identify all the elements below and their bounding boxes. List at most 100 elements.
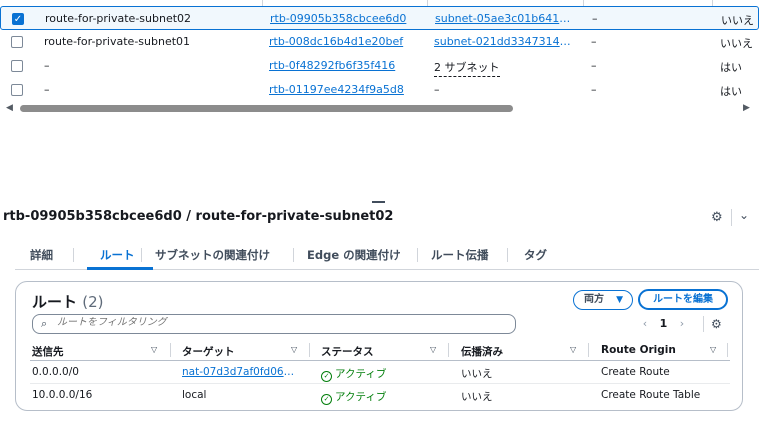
dropdown-label: 両方 [584,294,604,305]
caret-down-icon[interactable]: ▽ [710,345,716,354]
chevron-left-icon[interactable]: ‹ [638,317,652,330]
caret-down-icon[interactable]: ▽ [291,345,297,354]
tab-routes[interactable]: ルート [100,247,135,263]
caret-down-icon[interactable]: ▽ [570,345,576,354]
main-flag: いいえ [721,14,754,27]
routes-count: (2) [82,293,104,311]
pagination: ‹ 1 › [638,317,689,330]
routes-heading: ルート [32,293,78,311]
tab-separator [507,248,508,262]
status: ✓ アクティブ [321,389,386,405]
tab-separator [417,248,418,262]
column-separator[interactable] [448,343,449,357]
chevron-down-icon[interactable]: ⌄ [739,208,749,222]
edge-association: – [591,35,597,48]
propagated: いいえ [461,368,493,380]
main-flag: はい [720,61,742,74]
route-table-row[interactable]: ✓ route-for-private-subnet02 rtb-09905b3… [0,6,759,30]
route-table-id-link[interactable]: rtb-01197ee4234f9a5d8 [269,83,419,96]
main-flag: はい [720,85,742,98]
tab-separator [141,248,142,262]
divider [731,209,732,226]
gear-icon[interactable]: ⚙ [711,317,722,331]
tab-separator [293,248,294,262]
tab-tags[interactable]: タグ [524,247,547,263]
table-row: 0.0.0.0/0 nat-07d3d7af0fd069… ✓ アクティブ いいえ… [30,361,730,384]
row-checkbox[interactable] [11,84,23,96]
subnet-association: – [434,83,440,96]
target-link[interactable]: nat-07d3d7af0fd069… [182,366,298,378]
edge-association: – [592,12,598,25]
destination: 0.0.0.0/0 [32,366,79,378]
subnet-association-link[interactable]: subnet-021dd334731431… [434,35,574,48]
row-checkbox[interactable] [11,60,23,72]
panel-title: ルート (2) [32,291,104,312]
triangle-left-icon[interactable]: ◀ [6,103,13,113]
chevron-right-icon[interactable]: › [675,317,689,330]
detail-tabs: 詳細 ルート サブネットの関連付け Edge の関連付け ルート伝播 タグ [15,240,759,270]
tab-edge-associations[interactable]: Edge の関連付け [307,247,401,263]
split-panel-resize-handle[interactable] [372,201,385,203]
column-status[interactable]: ステータス [321,344,374,359]
routes-table-header: 送信先 ▽ ターゲット ▽ ステータス ▽ 伝播済み ▽ Route Origi… [30,339,730,361]
status: ✓ アクティブ [321,366,386,382]
route-table-row[interactable]: route-for-private-subnet01 rtb-008dc16b4… [0,30,759,54]
route-table-id-link[interactable]: rtb-09905b358cbcee6d0 [270,12,420,25]
edge-association: – [591,59,597,72]
column-separator[interactable] [727,343,728,357]
main-flag: いいえ [720,37,753,50]
caret-down-icon[interactable]: ▽ [430,345,436,354]
route-table-id-link[interactable]: rtb-0f48292fb6f35f416 [269,59,419,72]
page-number[interactable]: 1 [656,317,672,330]
horizontal-scrollbar[interactable]: ◀ ▶ [0,101,759,115]
row-checkbox[interactable] [11,36,23,48]
propagated: いいえ [461,391,493,403]
propagation-filter-dropdown[interactable]: 両方 ▼ [573,290,633,310]
edge-association: – [591,83,597,96]
caret-down-icon: ▼ [616,295,623,305]
scrollbar-thumb[interactable] [20,105,513,112]
triangle-right-icon[interactable]: ▶ [743,103,750,113]
subnet-count-popover[interactable]: 2 サブネット [434,59,500,77]
divider [703,316,704,332]
route-table-name: – [44,83,50,96]
edit-routes-button[interactable]: ルートを編集 [638,289,728,310]
tab-route-propagation[interactable]: ルート伝播 [431,247,489,263]
active-tab-indicator [87,267,153,270]
column-separator[interactable] [588,343,589,357]
column-separator[interactable] [170,343,171,357]
search-input[interactable] [57,317,497,328]
route-table-id-link[interactable]: rtb-008dc16b4d1e20bef [269,35,419,48]
check-circle-icon: ✓ [321,394,332,405]
target: local [182,389,207,401]
route-origin: Create Route Table [601,389,701,401]
check-icon: ✓ [13,14,23,25]
column-separator[interactable] [309,343,310,357]
route-table-name: – [44,59,50,72]
column-route-origin[interactable]: Route Origin [601,344,676,356]
route-filter[interactable]: ⌕ [32,314,516,334]
route-table-name: route-for-private-subnet02 [45,12,192,25]
gear-icon[interactable]: ⚙ [711,210,723,225]
destination: 10.0.0.0/16 [32,389,93,401]
status-text: アクティブ [335,368,387,380]
detail-title: rtb-09905b358cbcee6d0 / route-for-privat… [3,209,394,224]
route-table-row[interactable]: – rtb-0f48292fb6f35f416 2 サブネット – はい [0,54,759,78]
table-row: 10.0.0.0/16 local ✓ アクティブ いいえ Create Rout… [30,384,730,407]
column-propagated[interactable]: 伝播済み [461,344,503,359]
status-text: アクティブ [335,391,387,403]
tab-subnet-associations[interactable]: サブネットの関連付け [155,247,270,263]
column-destination[interactable]: 送信先 [32,344,64,359]
tab-details[interactable]: 詳細 [30,247,53,263]
route-table-row[interactable]: – rtb-01197ee4234f9a5d8 – – はい [0,78,759,102]
routes-panel: ルート (2) 両方 ▼ ルートを編集 ⌕ ‹ 1 › ⚙ 送信先 ▽ ターゲッ… [15,281,743,411]
route-origin: Create Route [601,366,670,378]
subnet-association-link[interactable]: subnet-05ae3c01b6410e… [435,12,575,25]
check-circle-icon: ✓ [321,371,332,382]
route-table-name: route-for-private-subnet01 [44,35,191,48]
tab-separator [73,248,74,262]
column-target[interactable]: ターゲット [182,344,235,359]
search-icon: ⌕ [41,317,48,330]
caret-down-icon[interactable]: ▽ [151,345,157,354]
row-checkbox[interactable]: ✓ [12,13,24,25]
